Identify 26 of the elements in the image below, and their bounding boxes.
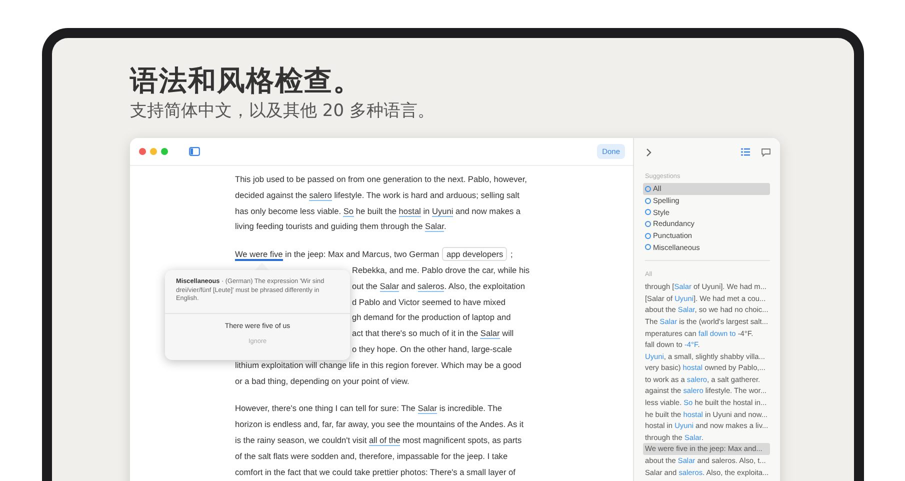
text-line: lithium exploitation will change life in this region forever. Which may be a good [235,358,522,372]
text-line: comfort in the fact that we could take prettier photos: There's a small layer of [235,466,516,479]
text-line: act that there's so much of it in the Salar will [352,327,514,342]
text-line: decided against the salero lifestyle. The work is hard and arduous; selling salt [235,188,520,203]
close-button[interactable] [139,148,146,155]
text-line: is the rainy season, we couldn't visit all of the most magnificent spots, as parts [235,434,522,448]
text-line: living feeding tourists and guiding them through the Salar. [235,220,446,234]
list-icon[interactable] [741,148,750,156]
text-line: Rebekka, and me. Pablo drove the car, while his [352,264,530,277]
text-line: out the Salar and saleros. Also, the exploitation [352,280,525,294]
comment-icon[interactable] [761,148,771,156]
text-line: of the salt flats were sodden and, therefore, impassable for the jeep. I take [235,450,508,463]
text-line: We were five in the jeep: Max and Marcus, two German app developers ; [235,247,513,263]
text-line: has only become less viable. So he built the hostal in Uyuni and now makes a [235,204,521,219]
text-line: or a bad thing, depending on your point of view. [235,374,410,388]
text-line: d Pablo and Victor seemed to have mixed [352,296,506,309]
sidebar-toggle-icon[interactable] [189,147,200,156]
text-line: gh demand for the production of laptop and [352,311,511,324]
text-line: However, there's one thing I can tell for sure: The Salar is incredible. The [235,402,502,416]
text-line: This job used to be passed on from one generation to the next. Pablo, however, [235,173,527,186]
headline-title: 语法和风格检查。 [130,63,363,99]
headline-subtitle: 支持简体中文，以及其他 20 多种语言。 [130,100,436,123]
zoom-button[interactable] [161,148,168,155]
chevron-right-icon[interactable] [646,148,652,156]
text-line: horizon is endless and, far, far away, you see the mountains of the Andes. As it [235,418,524,432]
text-line: o they hope. On the other hand, large-scale [352,342,512,356]
